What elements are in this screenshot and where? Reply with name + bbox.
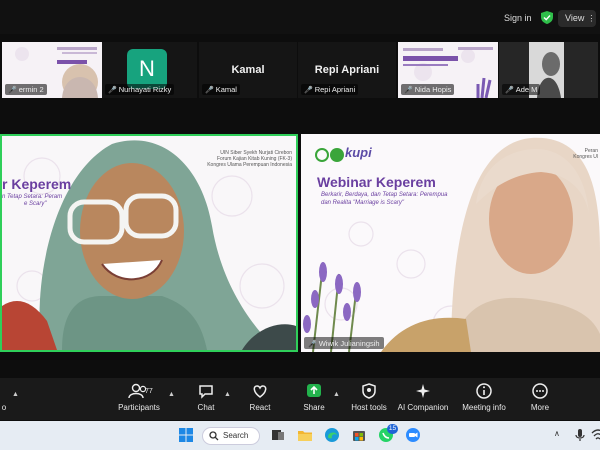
microphone-icon[interactable] [572,427,588,443]
mic-muted-icon: 🎤 [308,341,317,348]
view-button[interactable]: View ⋮ [558,10,596,27]
slide-organizer: UIN Siber Syekh Nurjati Cirebon Forum Ka… [207,150,292,168]
slide-subtitle: dan Realita "Marriage is Scary" [321,200,404,206]
participant-name-tag: 🎤 Repi Apriani [301,84,359,95]
task-view-icon[interactable] [270,427,286,443]
share-button[interactable]: Share [298,382,330,412]
participant-video[interactable]: kupi Webinar Keperem Berkarir, Berdaya, … [301,134,600,352]
view-label: View [565,13,585,23]
slide-subtitle: n Tetap Setara: Peram [2,194,63,200]
taskbar-search[interactable]: Search [202,427,260,445]
sign-in-link[interactable]: Sign in [504,13,532,23]
edge-browser-icon[interactable] [324,427,340,443]
mic-muted-icon: 🎤 [404,87,413,94]
chevron-up-icon[interactable]: ▲ [168,391,175,398]
chevron-up-icon[interactable]: ∧ [554,429,560,438]
mic-muted-icon: 🎤 [505,87,514,94]
meeting-controls: o ▲ 77 Participants ▲ Chat ▲ React Share… [0,378,600,420]
chevron-up-icon[interactable]: ▲ [12,391,19,398]
participant-thumbnail[interactable]: N 🎤 Nurhayati Rizky [102,42,197,98]
participant-display-name: Kamal [231,64,265,76]
notification-badge: 15 [387,424,398,434]
store-icon[interactable] [351,427,367,443]
shield-check-icon[interactable] [541,11,553,24]
participant-thumbnail[interactable]: Kamal 🎤 Kamal [199,42,297,98]
mic-muted-icon: 🎤 [108,87,117,94]
participant-display-name: Repi Apriani [314,64,380,76]
sparkle-icon [416,384,430,398]
participant-thumbnail[interactable]: 🎤 ermin 2 [2,42,102,98]
participant-name-tag: 🎤 Nida Hopis [401,84,455,95]
zoom-app-icon[interactable] [405,427,421,443]
windows-taskbar: Search 15 ∧ [0,421,600,450]
slide-title: Webinar Keperem [317,174,436,190]
wifi-icon[interactable] [590,427,600,443]
info-icon [476,383,492,399]
active-speaker-video[interactable]: r Keperem n Tetap Setara: Peram e Scary"… [0,134,298,352]
file-explorer-icon[interactable] [297,427,313,443]
search-label: Search [223,431,249,440]
chat-icon [199,385,213,399]
chat-button[interactable]: Chat [190,382,222,412]
participant-thumbnail[interactable]: 🎤 Ade M [499,42,598,98]
participant-name-tag: 🎤 Ade M [502,84,541,95]
slide-organizer: Peran Kongres Ul [573,148,598,160]
mic-muted-icon: 🎤 [205,87,214,94]
speaker-video-feed [2,136,296,350]
participant-video-feed [301,134,600,352]
mic-muted-icon: 🎤 [304,87,313,94]
top-bar: Sign in View ⋮ [0,0,600,34]
participant-thumbnail[interactable]: 🎤 Nida Hopis [398,42,498,98]
avatar: N [127,49,167,89]
react-button[interactable]: React [244,382,276,412]
participant-thumbnail[interactable]: Repi Apriani 🎤 Repi Apriani [298,42,396,98]
search-icon [209,431,219,441]
kupi-logo-text: kupi [345,145,372,160]
heart-icon [253,385,267,398]
ai-companion-button[interactable]: AI Companion [396,382,450,412]
chevron-up-icon[interactable]: ▲ [333,391,340,398]
participant-name-tag: 🎤 ermin 2 [5,84,47,95]
slide-title: r Keperem [2,176,72,192]
shield-icon [362,383,376,399]
mic-muted-icon: 🎤 [8,87,17,94]
meeting-info-button[interactable]: Meeting info [458,382,510,412]
participant-name-tag: 🎤 Nurhayati Rizky [105,84,175,95]
participant-name-tag: 🎤 Kamal [202,84,240,95]
more-button[interactable]: More [524,382,556,412]
svg-text:77: 77 [145,388,153,395]
participants-icon: 77 [128,383,153,399]
windows-start-icon[interactable] [178,427,194,443]
more-icon [532,383,548,399]
slide-subtitle: Berkarir, Berdaya, dan Tetap Setara: Per… [321,192,448,198]
participant-name-tag: 🎤 Wiwik Julianingsih [304,337,384,349]
participant-strip: 🎤 ermin 2 N 🎤 Nurhayati Rizky Kamal 🎤 Kamal… [0,40,600,100]
view-menu-icon: ⋮ [587,14,596,23]
zoom-meeting-window: Sign in View⋮ 🎤ermin 2 N 🎤Nurhayati R [0,0,600,450]
chevron-up-icon[interactable]: ▲ [224,391,231,398]
share-screen-icon [307,384,321,397]
host-tools-button[interactable]: Host tools [348,382,390,412]
participants-button[interactable]: 77 Participants [112,382,166,412]
slide-subtitle: e Scary" [24,201,47,207]
